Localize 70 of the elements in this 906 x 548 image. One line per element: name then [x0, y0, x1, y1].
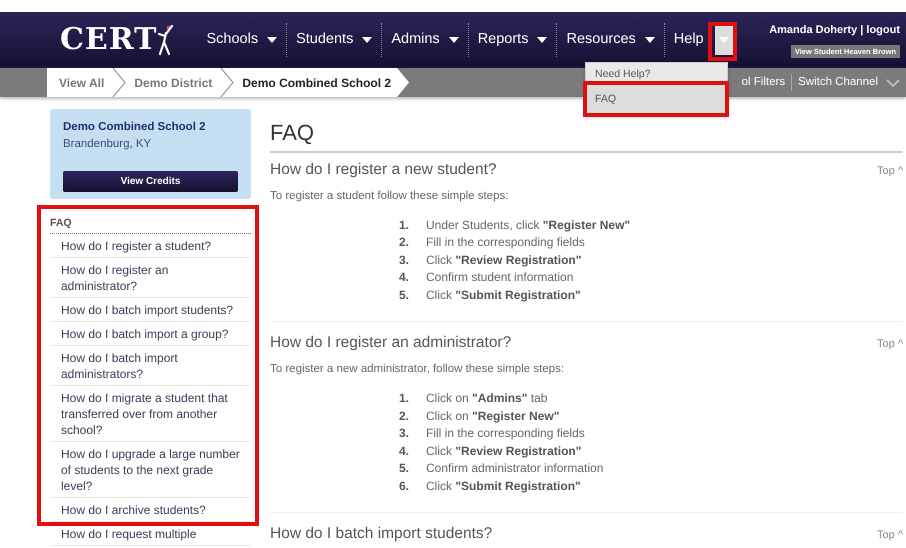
- step-number: 3.: [399, 252, 410, 269]
- caret-icon: [267, 37, 278, 43]
- nav-menu-item[interactable]: Help: [664, 23, 713, 57]
- faq-nav-link[interactable]: How do I batch import students?: [50, 298, 251, 322]
- step-text: Confirm administrator information: [426, 460, 604, 478]
- nav-menu-item[interactable]: Students: [286, 23, 382, 57]
- filter-link[interactable]: Switch Channel: [791, 74, 906, 92]
- faq-nav-link[interactable]: How do I batch import administrators?: [50, 346, 251, 386]
- filter-link[interactable]: ol Filters: [736, 74, 792, 92]
- step-text: Fill in the corresponding fields: [426, 234, 585, 252]
- dropdown-item[interactable]: FAQ: [586, 85, 727, 114]
- faq-nav-link[interactable]: How do I register an administrator?: [50, 258, 251, 298]
- step-number: 6.: [399, 478, 410, 495]
- faq-nav-link[interactable]: How do I migrate a student that transferred over from another school?: [50, 386, 251, 442]
- nav-menu-item[interactable]: Resources: [556, 23, 664, 57]
- step-number: 3.: [399, 425, 410, 442]
- nav-menu-item[interactable]: Admins: [381, 23, 468, 57]
- faq-nav-link[interactable]: How do I archive students?: [50, 498, 251, 522]
- user-links[interactable]: Amanda Doherty | logout: [769, 22, 900, 39]
- step-number: 1.: [399, 216, 410, 234]
- chevron-down-icon: [886, 78, 900, 86]
- intro-text: To register a new administrator, follow these simple steps:: [270, 362, 566, 377]
- breadcrumb-link[interactable]: Demo District: [134, 74, 212, 92]
- faq-nav-link[interactable]: How do I register a student?: [50, 234, 251, 258]
- chevron-separator-icon: [112, 68, 126, 97]
- question-heading: How do I register an administrator?: [270, 334, 512, 353]
- step-text: Click "Review Registration": [426, 252, 582, 269]
- chevron-separator-icon: [220, 68, 234, 97]
- step-text: Confirm student information: [426, 269, 574, 286]
- breadcrumb-link[interactable]: Demo Combined School 2: [242, 74, 392, 92]
- breadcrumb-link[interactable]: View All: [59, 74, 104, 92]
- caret-icon: [362, 37, 372, 43]
- logo-text: CERT: [60, 25, 158, 55]
- dropdown-item[interactable]: Need Help?: [586, 63, 727, 85]
- caret-icon: [537, 37, 548, 43]
- step-text: Click on "Admins" tab: [426, 390, 548, 408]
- step-number: 1.: [399, 390, 410, 408]
- faq-nav-link[interactable]: How do I upgrade a large number of students to the next grade level?: [50, 442, 251, 498]
- top-link[interactable]: Top ^: [877, 163, 903, 180]
- school-location: Brandenburg, KY: [63, 137, 152, 152]
- top-link[interactable]: Top ^: [877, 336, 903, 353]
- caret-icon: [718, 37, 729, 43]
- step-number: 2.: [399, 408, 410, 425]
- intro-text: To register a student follow these simple steps:: [270, 188, 510, 204]
- step-text: Click on "Register New": [426, 408, 560, 425]
- step-text: Click "Review Registration": [426, 442, 582, 460]
- step-number: 5.: [399, 286, 410, 304]
- nav-menu-item[interactable]: Reports: [468, 23, 556, 57]
- step-number: 5.: [399, 460, 410, 478]
- runner-figure-icon: [157, 24, 176, 56]
- question-heading: How do I batch import students?: [270, 525, 492, 544]
- step-number: 4.: [399, 269, 410, 286]
- nav-menu-item[interactable]: Schools: [197, 23, 286, 57]
- step-text: Click "Submit Registration": [426, 286, 581, 304]
- view-credits-button[interactable]: View Credits: [63, 170, 238, 192]
- help-menu-toggle[interactable]: [714, 25, 733, 55]
- top-link[interactable]: Top ^: [877, 527, 903, 544]
- question-heading: How do I register a new student?: [270, 161, 497, 180]
- step-text: Click "Submit Registration": [426, 478, 581, 495]
- step-text: Fill in the corresponding fields: [426, 425, 585, 442]
- step-number: 4.: [399, 442, 410, 460]
- step-number: 2.: [399, 234, 410, 252]
- faq-nav-link[interactable]: How do I request multiple: [50, 522, 251, 546]
- page-title: FAQ: [270, 118, 903, 153]
- faq-nav-title: FAQ: [50, 216, 251, 234]
- caret-icon: [644, 37, 655, 43]
- faq-nav-link[interactable]: How do I batch import a group?: [50, 322, 251, 346]
- step-text: Under Students, click "Register New": [426, 216, 630, 234]
- caret-icon: [448, 37, 459, 43]
- school-name: Demo Combined School 2: [63, 120, 206, 135]
